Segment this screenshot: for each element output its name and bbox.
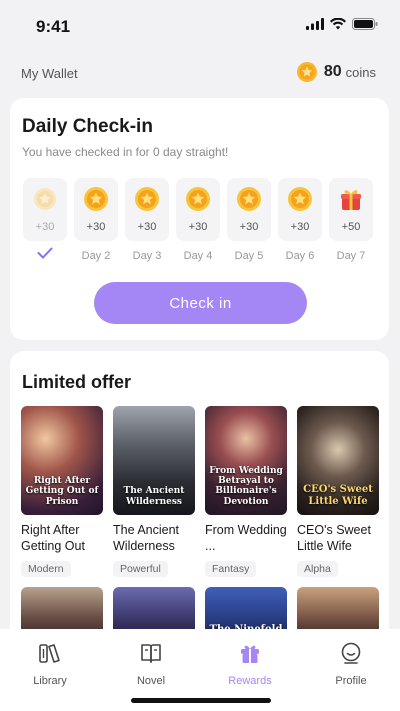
tab-profile[interactable]: Profile (311, 641, 391, 687)
offer-title: Limited offer (22, 372, 132, 392)
genre-tag: Modern (21, 561, 71, 577)
novel-icon (141, 644, 161, 663)
day-label: Day 3 (132, 250, 162, 262)
day-reward: +30 (290, 221, 310, 233)
book-cover[interactable]: The Ancient Wilderness (113, 406, 195, 515)
checkin-day-7: +50 Day 7 (329, 178, 373, 264)
day-reward: +30 (137, 221, 157, 233)
wallet-label: My Wallet (21, 66, 78, 81)
coin-icon (135, 187, 159, 211)
check-in-button[interactable]: Check in (94, 282, 307, 324)
cover-title: From Wedding Betrayal to Billionaire's D… (209, 465, 283, 507)
checkin-title: Daily Check-in (22, 116, 153, 137)
book-item[interactable]: From Wedding Betrayal to Billionaire's D… (205, 406, 287, 577)
tab-label: Novel (136, 675, 166, 687)
book-item[interactable]: The Ancient Wilderness The Ancient Wilde… (113, 406, 195, 577)
status-time: 9:41 (36, 17, 71, 36)
cover-title: CEO's Sweet Little Wife (303, 484, 373, 507)
checkin-day-2: +30 Day 2 (74, 178, 118, 264)
checkin-day-4: +30 Day 4 (176, 178, 220, 264)
checkin-day-5: +30 Day 5 (227, 178, 271, 264)
day-label: Day 4 (183, 250, 213, 262)
tab-library[interactable]: Library (10, 641, 90, 687)
genre-tag: Fantasy (205, 561, 257, 577)
library-icon (39, 644, 60, 663)
coin-icon (288, 187, 312, 211)
battery-icon (352, 18, 378, 30)
checkin-day-6: +30 Day 6 (278, 178, 322, 264)
book-title: From Wedding ... (205, 523, 287, 553)
checkin-days: +30 +30 Day 2 +30 Day 3 +30 Day 4 +30 Da… (23, 178, 373, 264)
daily-checkin-card: Daily Check-in You have checked in for 0… (10, 98, 389, 340)
coin-icon (84, 187, 108, 211)
genre-tag: Alpha (297, 561, 338, 577)
coin-amount: 80 (323, 63, 342, 80)
day-reward: +30 (86, 221, 106, 233)
day-reward: +30 (188, 221, 208, 233)
coin-icon (296, 62, 317, 82)
tab-label: Profile (335, 675, 367, 687)
checkin-day-3: +30 Day 3 (125, 178, 169, 264)
checkin-day-1: +30 (23, 178, 67, 264)
rewards-icon (241, 645, 259, 663)
book-title: Right After Getting Out (21, 523, 85, 553)
limited-offer-card: Limited offer Right After Getting Out of… (10, 351, 389, 651)
tab-rewards[interactable]: Rewards (210, 641, 290, 687)
book-cover[interactable]: CEO's Sweet Little Wife (297, 406, 379, 515)
book-title: CEO's Sweet Little Wife (297, 523, 371, 553)
day-label: Day 7 (336, 250, 366, 262)
day-reward: +30 (239, 221, 259, 233)
book-cover[interactable]: Right After Getting Out of Prison (21, 406, 103, 515)
book-row: Right After Getting Out of Prison Right … (21, 406, 379, 577)
status-icons (306, 18, 378, 30)
genre-tag: Powerful (113, 561, 168, 577)
book-title: The Ancient Wilderness (113, 523, 180, 553)
profile-icon (341, 642, 361, 664)
day-label: Day 6 (285, 250, 315, 262)
day-label: Day 2 (81, 250, 111, 262)
wifi-icon (330, 18, 346, 30)
checkmark-icon (37, 247, 53, 259)
cover-title: The Ancient Wilderness (123, 486, 185, 507)
gift-icon (341, 190, 361, 210)
book-item[interactable]: Right After Getting Out of Prison Right … (21, 406, 103, 577)
tab-label: Library (33, 675, 67, 687)
home-indicator (131, 698, 271, 703)
status-bar: 9:41 (0, 0, 400, 50)
day-reward: +30 (35, 221, 55, 233)
coin-icon (237, 187, 261, 211)
tab-label: Rewards (228, 675, 272, 687)
coin-unit: coins (345, 64, 376, 80)
coin-balance[interactable]: 80 coins (296, 61, 376, 83)
day-label: Day 5 (234, 250, 264, 262)
tab-novel[interactable]: Novel (111, 641, 191, 687)
book-cover[interactable]: From Wedding Betrayal to Billionaire's D… (205, 406, 287, 515)
book-item[interactable]: CEO's Sweet Little Wife CEO's Sweet Litt… (297, 406, 379, 577)
cover-title: Right After Getting Out of Prison (25, 475, 99, 507)
coin-icon (34, 188, 56, 210)
checkin-subtitle: You have checked in for 0 day straight! (22, 145, 229, 159)
day-reward: +50 (341, 221, 361, 233)
signal-icon (306, 18, 324, 30)
coin-icon (186, 187, 210, 211)
